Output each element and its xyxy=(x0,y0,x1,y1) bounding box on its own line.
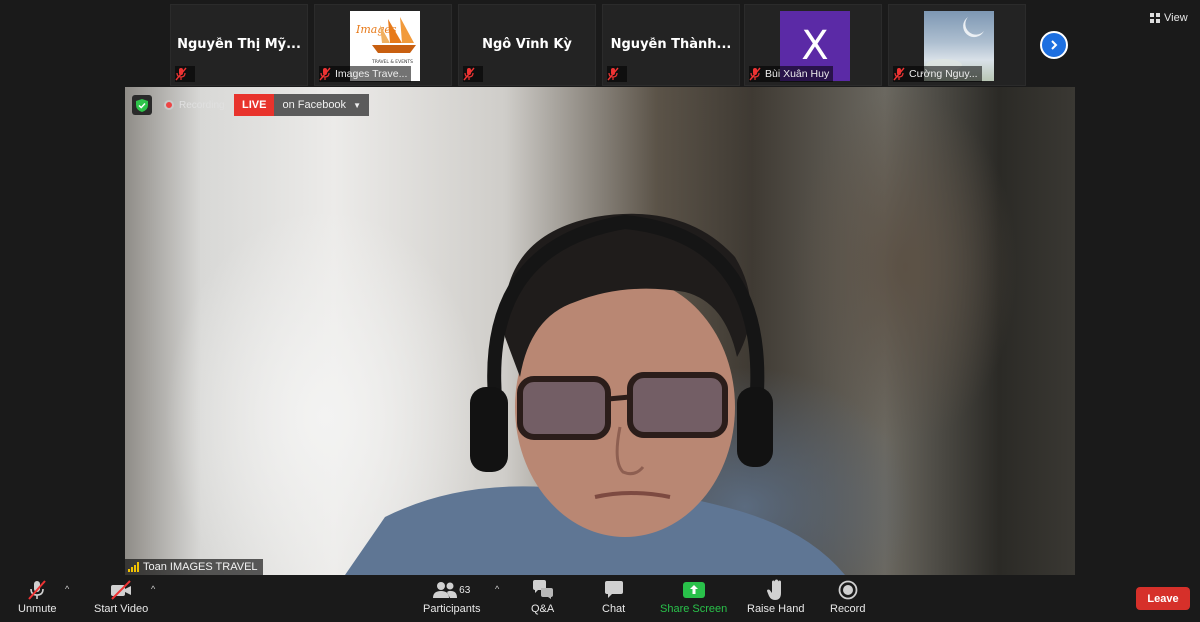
audio-options-caret-icon[interactable]: ^ xyxy=(65,584,69,594)
caret-down-icon: ▼ xyxy=(353,100,361,110)
grid-icon xyxy=(1150,13,1160,23)
meeting-toolbar: Unmute ^ Start Video ^ 63 Participants ^ xyxy=(0,575,1200,622)
next-page-button[interactable] xyxy=(1040,31,1068,59)
muted-mic-icon xyxy=(893,67,905,81)
tile-footer: Cường Nguy... xyxy=(893,66,982,82)
participants-icon xyxy=(433,582,458,598)
raise-hand-label: Raise Hand xyxy=(747,603,805,615)
qa-bubbles-icon xyxy=(532,580,553,599)
live-stream-indicator[interactable]: LIVE on Facebook ▼ xyxy=(234,94,369,116)
participant-name: Images Trave... xyxy=(335,68,408,80)
participant-name: Bùi Xuân Huy xyxy=(765,68,830,80)
speaker-name-tag: Toan IMAGES TRAVEL xyxy=(125,559,263,575)
share-screen-label: Share Screen xyxy=(660,603,728,615)
record-dot-icon xyxy=(164,100,174,110)
unmute-button[interactable]: Unmute xyxy=(18,579,57,615)
chat-label: Chat xyxy=(602,603,626,615)
recording-label: Recording xyxy=(179,99,225,111)
muted-mic-icon xyxy=(175,67,187,81)
participant-name: Nguyễn Thị Mỹ... xyxy=(177,37,301,52)
leave-button[interactable]: Leave xyxy=(1136,587,1190,610)
participant-tile[interactable]: Ngô Vĩnh Kỳ xyxy=(458,4,596,86)
raise-hand-button[interactable]: Raise Hand xyxy=(747,579,804,615)
active-speaker-video[interactable] xyxy=(125,87,1075,575)
view-button[interactable]: View xyxy=(1150,12,1188,24)
record-button[interactable]: Record xyxy=(830,579,865,615)
signal-strength-icon xyxy=(128,562,139,572)
record-icon xyxy=(838,580,858,600)
speaker-figure xyxy=(345,213,845,575)
security-shield-button[interactable] xyxy=(132,95,152,115)
view-label: View xyxy=(1164,12,1188,24)
recording-indicator[interactable]: Recording xyxy=(160,94,231,116)
raise-hand-icon xyxy=(766,579,781,600)
video-off-icon xyxy=(111,580,132,600)
participant-name: Cường Nguy... xyxy=(909,68,978,80)
video-options-caret-icon[interactable]: ^ xyxy=(151,584,155,594)
junk-boat-logo-icon: Images TRAVEL & EVENTS xyxy=(355,17,416,65)
participants-count: 63 xyxy=(459,584,471,596)
live-target-label: on Facebook xyxy=(282,99,347,111)
tile-footer: Bùi Xuân Huy xyxy=(749,66,834,82)
participant-tile[interactable]: Nguyễn Thị Mỹ... xyxy=(170,4,308,86)
share-screen-icon xyxy=(682,582,705,598)
start-video-label: Start Video xyxy=(94,603,149,615)
participant-name: Nguyễn Thành... xyxy=(610,37,732,52)
qa-label: Q&A xyxy=(531,603,555,615)
unmute-label: Unmute xyxy=(18,603,57,615)
tile-footer xyxy=(463,66,483,82)
svg-text:TRAVEL & EVENTS: TRAVEL & EVENTS xyxy=(371,59,413,65)
tile-footer: Images Trave... xyxy=(319,66,412,82)
live-target-dropdown[interactable]: on Facebook ▼ xyxy=(274,94,369,116)
gallery-strip: Nguyễn Thị Mỹ... Images TRAVEL & EVENTS xyxy=(0,0,1200,86)
tile-footer xyxy=(175,66,195,82)
start-video-button[interactable]: Start Video xyxy=(94,579,148,615)
speaker-name: Toan IMAGES TRAVEL xyxy=(143,561,258,573)
chevron-right-icon xyxy=(1051,40,1058,50)
muted-mic-icon xyxy=(28,580,47,600)
record-label: Record xyxy=(830,603,866,615)
muted-mic-icon xyxy=(607,67,619,81)
participant-tile[interactable]: Nguyễn Thành... xyxy=(602,4,740,86)
qa-button[interactable]: Q&A xyxy=(531,579,554,615)
participant-tile[interactable]: Cường Nguy... xyxy=(888,4,1026,86)
muted-mic-icon xyxy=(749,67,761,81)
participants-options-caret-icon[interactable]: ^ xyxy=(495,584,499,594)
participant-tile[interactable]: Images TRAVEL & EVENTS Images Trave... xyxy=(314,4,452,86)
live-badge: LIVE xyxy=(234,94,275,116)
participant-tile[interactable]: X Bùi Xuân Huy xyxy=(744,4,882,86)
participant-name: Ngô Vĩnh Kỳ xyxy=(482,37,572,52)
participants-label: Participants xyxy=(423,603,481,615)
muted-mic-icon xyxy=(463,67,475,81)
muted-mic-icon xyxy=(319,67,331,81)
chat-button[interactable]: Chat xyxy=(602,579,625,615)
share-screen-button[interactable]: Share Screen xyxy=(660,579,727,615)
participants-button[interactable]: 63 Participants xyxy=(423,579,480,615)
shield-icon xyxy=(136,98,148,112)
chat-bubble-icon xyxy=(604,581,623,598)
tile-footer xyxy=(607,66,627,82)
